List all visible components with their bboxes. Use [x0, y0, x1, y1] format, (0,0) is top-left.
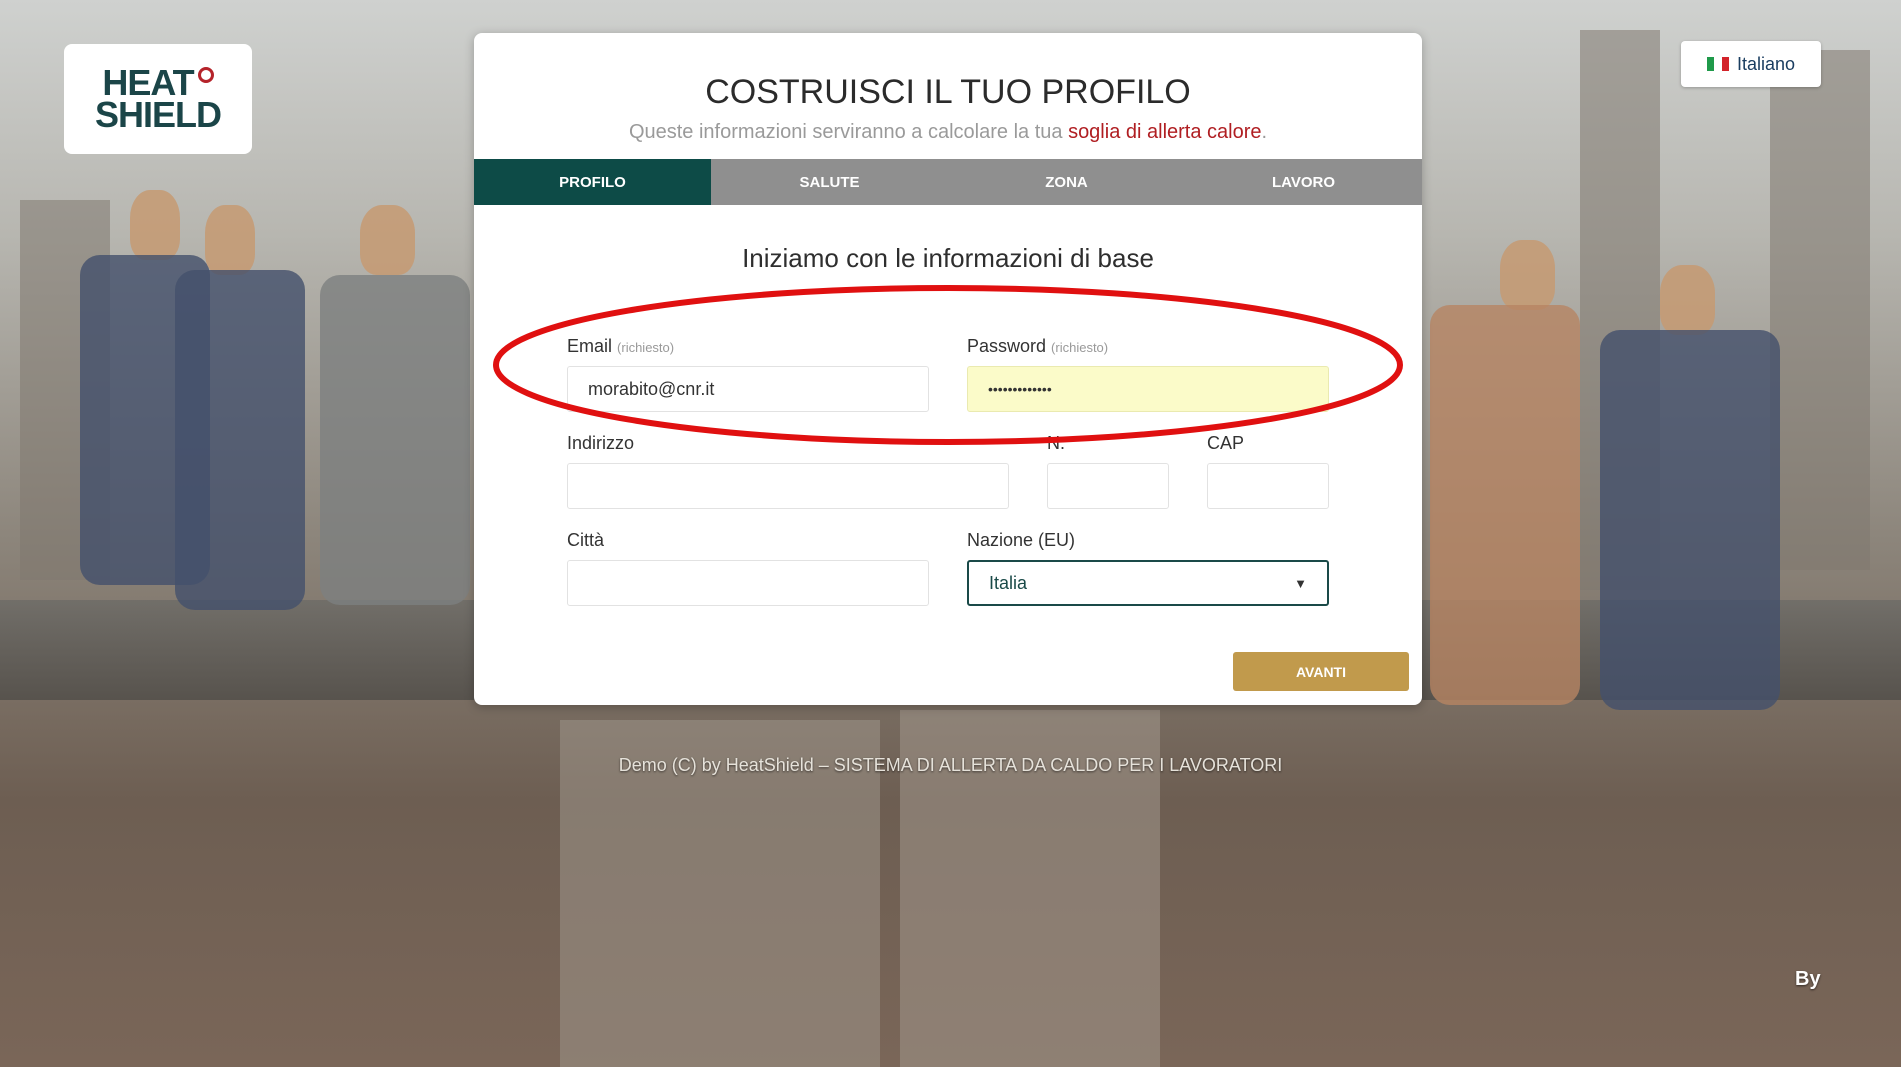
logo-ring-icon — [197, 67, 214, 83]
city-field[interactable] — [567, 560, 929, 606]
address-field[interactable] — [567, 463, 1009, 509]
country-selected-value: Italia — [989, 572, 1028, 593]
password-required: (richiesto) — [1051, 340, 1109, 355]
section-title: Iniziamo con le informazioni di base — [742, 243, 1154, 273]
country-label: Nazione (EU) — [967, 530, 1076, 550]
email-field[interactable]: morabito@cnr.it — [567, 366, 929, 412]
password-label-text: Password — [967, 336, 1047, 356]
email-label-text: Email — [567, 336, 613, 356]
tab-zona[interactable]: ZONA — [948, 159, 1185, 205]
city-label: Città — [567, 530, 605, 550]
footer-text: Demo (C) by HeatShield – SISTEMA DI ALLE… — [618, 755, 1283, 775]
country-select[interactable]: Italia ▼ — [967, 560, 1329, 606]
page-title: COSTRUISCI IL TUO PROFILO — [705, 73, 1191, 111]
number-label: N. — [1047, 433, 1065, 453]
tab-salute[interactable]: SALUTE — [711, 159, 948, 205]
tab-lavoro[interactable]: LAVORO — [1185, 159, 1422, 205]
cap-label: CAP — [1207, 433, 1245, 453]
next-button[interactable]: AVANTI — [1233, 652, 1409, 691]
address-label: Indirizzo — [567, 433, 635, 453]
logo-text-line2: SHIELD — [94, 94, 222, 135]
heatshield-logo[interactable]: HEAT SHIELD — [64, 44, 252, 154]
language-selector[interactable]: Italiano — [1681, 41, 1821, 87]
email-label: Email (richiesto) — [567, 336, 674, 357]
page-subtitle: Queste informazioni serviranno a calcola… — [474, 121, 1422, 144]
subtitle-highlight: soglia di allerta calore — [1068, 121, 1262, 143]
password-label: Password (richiesto) — [967, 336, 1108, 357]
step-tabs: PROFILO SALUTE ZONA LAVORO — [474, 159, 1422, 205]
password-field[interactable]: ••••••••••••• — [967, 366, 1329, 412]
tab-profilo[interactable]: PROFILO — [474, 159, 711, 205]
subtitle-text: Queste informazioni serviranno a calcola… — [628, 121, 1069, 143]
email-required: (richiesto) — [617, 340, 675, 355]
language-label: Italiano — [1736, 53, 1796, 74]
number-field[interactable] — [1047, 463, 1169, 509]
dropdown-caret-icon: ▼ — [1294, 575, 1307, 591]
cap-field[interactable] — [1207, 463, 1329, 509]
by-label: By — [1795, 968, 1821, 990]
profile-card: COSTRUISCI IL TUO PROFILO Queste informa… — [474, 33, 1422, 705]
subtitle-suffix: . — [1261, 121, 1268, 143]
italy-flag-icon — [1706, 57, 1729, 71]
